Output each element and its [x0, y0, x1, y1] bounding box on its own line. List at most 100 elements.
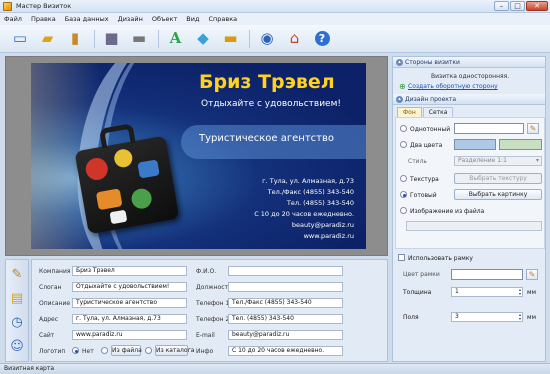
- toolbar-separator: [249, 29, 250, 48]
- card-description[interactable]: Туристическое агентство: [199, 133, 334, 144]
- address-field[interactable]: г. Тула, ул. Алмазная, д.73: [72, 314, 187, 324]
- logo-file-button[interactable]: Из файла: [111, 345, 142, 356]
- solid-label: Однотонный: [410, 126, 451, 133]
- toolbar: ▭ ▰ ▮ ■ ▬ A ◆ ▬ ◉ ⌂ ?: [0, 25, 550, 53]
- shapes-button[interactable]: ◆: [192, 28, 214, 50]
- help-button[interactable]: ?: [311, 28, 333, 50]
- slogan-field[interactable]: Отдыхайте с удовольствием!: [72, 282, 187, 292]
- close-button[interactable]: ✕: [526, 1, 548, 11]
- fio-field[interactable]: [228, 266, 343, 276]
- logo-catalog-radio[interactable]: [145, 347, 152, 354]
- open-button[interactable]: ▰: [37, 28, 59, 50]
- background-tab-pane: Однотонный ✎ Два цвета Стиль Разделение …: [395, 117, 545, 249]
- menu-file[interactable]: Файл: [4, 15, 22, 23]
- save-button[interactable]: ■: [101, 28, 123, 50]
- suitcase-image: [74, 123, 180, 235]
- description-label: Описание: [39, 300, 71, 307]
- suitcase-handle: [98, 123, 136, 149]
- card-preview-area: Бриз Трэвел Отдыхайте с удовольствием! Т…: [5, 56, 388, 256]
- card-icon: ▤: [10, 290, 24, 306]
- solid-color-swatch[interactable]: [454, 123, 524, 134]
- card-website[interactable]: www.paradiz.ru: [304, 232, 354, 240]
- fio-label: Ф.И.О.: [196, 268, 217, 275]
- menu-object[interactable]: Объект: [152, 15, 177, 23]
- logo-catalog-button[interactable]: Из каталога: [155, 345, 194, 356]
- logo-none-radio[interactable]: [72, 347, 79, 354]
- two-color-swatch-2[interactable]: [499, 139, 542, 150]
- business-card[interactable]: Бриз Трэвел Отдыхайте с удовольствием! Т…: [31, 63, 366, 249]
- menu-view[interactable]: Вид: [186, 15, 199, 23]
- sticker: [130, 187, 154, 211]
- new-button[interactable]: ▭: [9, 28, 31, 50]
- window-title: Мастер Визиток: [16, 2, 72, 10]
- image-icon: ▬: [223, 29, 238, 47]
- text-button[interactable]: A: [165, 28, 187, 50]
- style-select[interactable]: Разделение 1:1 ▾: [454, 156, 542, 166]
- menu-design[interactable]: Дизайн: [118, 15, 143, 23]
- clipboard-button[interactable]: ▮: [64, 28, 86, 50]
- image-button[interactable]: ▬: [220, 28, 242, 50]
- eyedropper-button[interactable]: ✎: [527, 123, 539, 134]
- solid-radio[interactable]: [400, 125, 407, 132]
- search-button[interactable]: ◉: [256, 28, 278, 50]
- sides-header-label: Стороны визитки: [405, 59, 460, 66]
- clock-button[interactable]: ◷: [7, 312, 27, 332]
- description-field[interactable]: Туристическое агентство: [72, 298, 187, 308]
- choose-picture-button[interactable]: Выбрать картинку: [454, 189, 542, 200]
- card-slogan[interactable]: Отдыхайте с удовольствием!: [201, 99, 341, 109]
- ready-radio[interactable]: [400, 191, 407, 198]
- site-field[interactable]: www.paradiz.ru: [72, 330, 187, 340]
- menu-help[interactable]: Справка: [208, 15, 237, 23]
- create-back-side-link[interactable]: Создать оборотную сторону: [408, 83, 498, 90]
- user-button[interactable]: ☺: [7, 336, 27, 356]
- margin-spinner[interactable]: 3 ▴ ▾: [451, 312, 523, 322]
- minimize-button[interactable]: –: [494, 1, 509, 11]
- edit-text-button[interactable]: ✎: [7, 264, 27, 284]
- two-color-label: Два цвета: [410, 142, 443, 149]
- sticker: [137, 159, 160, 179]
- logo-file-radio[interactable]: [101, 347, 108, 354]
- frame-color-swatch[interactable]: [451, 269, 523, 280]
- tab-background[interactable]: Фон: [397, 107, 422, 117]
- file-image-label: Изображение из файла: [410, 208, 485, 215]
- slogan-label: Слоган: [39, 284, 62, 291]
- choose-texture-button[interactable]: Выбрать текстуру: [454, 173, 542, 184]
- maximize-button[interactable]: □: [510, 1, 525, 11]
- card-phone-fax[interactable]: Тел./Факс (4855) 343-540: [268, 188, 354, 196]
- phone2-field[interactable]: Тел. (4855) 343-540: [228, 314, 343, 324]
- design-header[interactable]: ▴ Дизайн проекта: [393, 94, 545, 105]
- address-label: Адрес: [39, 316, 59, 323]
- email-field[interactable]: beauty@paradiz.ru: [228, 330, 343, 340]
- phone1-field[interactable]: Тел./Факс (4855) 343-540: [228, 298, 343, 308]
- design-tabs: Фон Сетка: [397, 107, 454, 117]
- card-hours[interactable]: С 10 до 20 часов ежедневно.: [254, 210, 354, 218]
- texture-radio[interactable]: [400, 175, 407, 182]
- menu-database[interactable]: База данных: [65, 15, 109, 23]
- two-color-radio[interactable]: [400, 141, 407, 148]
- card-company-name[interactable]: Бриз Трэвел: [199, 71, 335, 93]
- company-label: Компания: [39, 268, 71, 275]
- chevron-down-icon: ▾: [535, 157, 539, 164]
- sides-header[interactable]: ▴ Стороны визитки: [393, 57, 545, 68]
- file-image-path[interactable]: [406, 221, 542, 231]
- company-field[interactable]: Бриз Трэвел: [72, 266, 187, 276]
- shapes-icon: ◆: [197, 29, 209, 47]
- menu-edit[interactable]: Правка: [31, 15, 56, 23]
- print-button[interactable]: ▬: [128, 28, 150, 50]
- file-image-radio[interactable]: [400, 207, 407, 214]
- search-icon: ◉: [260, 29, 274, 47]
- tab-grid[interactable]: Сетка: [422, 107, 454, 117]
- frame-eyedropper-button[interactable]: ✎: [526, 269, 538, 280]
- card-button[interactable]: ▤: [7, 288, 27, 308]
- card-phone[interactable]: Тел. (4855) 343-540: [287, 199, 354, 207]
- card-address[interactable]: г. Тула, ул. Алмазная, д.73: [262, 177, 354, 185]
- home-button[interactable]: ⌂: [284, 28, 306, 50]
- info-field[interactable]: С 10 до 20 часов ежедневно.: [228, 346, 343, 356]
- phone1-label: Телефон 1: [196, 300, 230, 307]
- use-frame-checkbox[interactable]: [398, 254, 405, 261]
- position-field[interactable]: [228, 282, 343, 292]
- thickness-spinner[interactable]: 1 ▴ ▾: [451, 287, 523, 297]
- two-color-swatch-1[interactable]: [454, 139, 496, 150]
- title-bar: Мастер Визиток – □ ✕: [0, 0, 550, 13]
- card-email[interactable]: beauty@paradiz.ru: [292, 221, 354, 229]
